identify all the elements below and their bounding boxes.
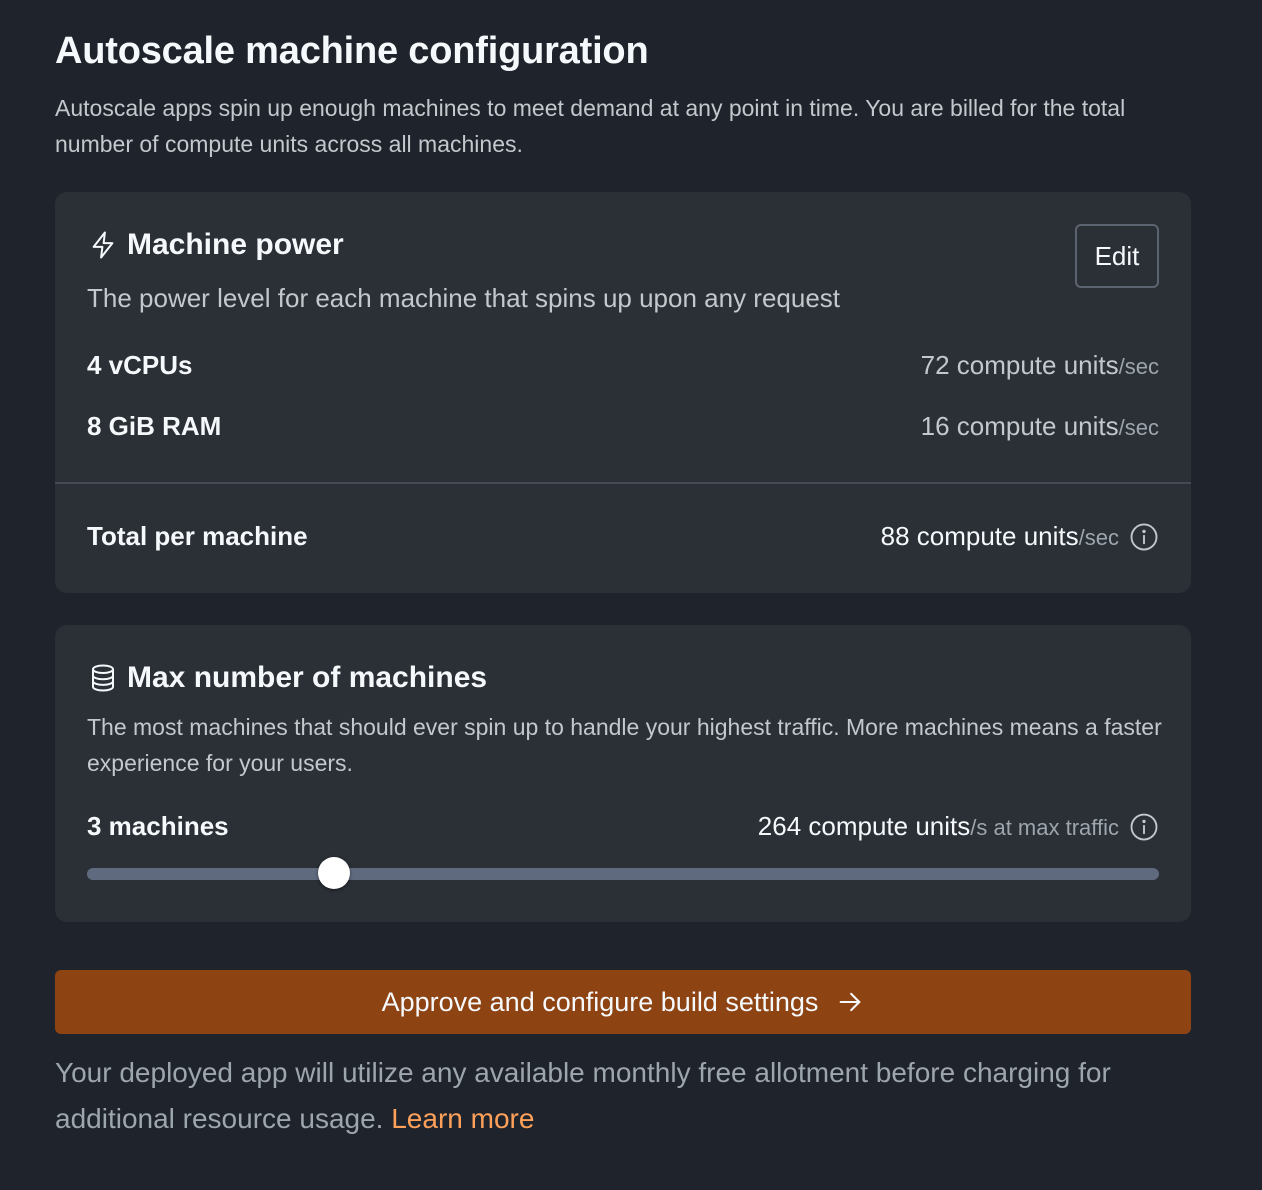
slider-track[interactable] [87, 868, 1159, 880]
machines-count-label: 3 machines [87, 811, 229, 841]
learn-more-link[interactable]: Learn more [391, 1103, 534, 1134]
machine-power-title: Machine power [127, 228, 344, 261]
total-value: 88 compute units/sec [881, 521, 1159, 552]
footer-note: Your deployed app will utilize any avail… [55, 1050, 1175, 1142]
lightning-icon [87, 229, 119, 261]
total-row: Total per machine 88 compute units/sec [87, 521, 1159, 552]
edit-button[interactable]: Edit [1075, 224, 1159, 288]
cpu-unit-suffix: /sec [1118, 354, 1159, 379]
max-machines-description: The most machines that should ever spin … [87, 714, 1162, 776]
ram-units: 16 compute units [920, 411, 1119, 441]
machine-power-header: Machine power [87, 228, 344, 262]
max-machines-card: Max number of machines The most machines… [55, 625, 1191, 922]
ram-label: 8 GiB RAM [87, 411, 222, 441]
machine-power-card: Machine power Edit The power level for e… [55, 192, 1191, 593]
max-machines-title: Max number of machines [127, 661, 488, 694]
machines-slider[interactable] [87, 857, 1159, 889]
total-units: 88 compute units [880, 521, 1079, 551]
autoscale-config-page: Autoscale machine configuration Autoscal… [0, 0, 1262, 1190]
page-title: Autoscale machine configuration [55, 30, 649, 72]
card-divider [55, 482, 1191, 484]
cpu-value: 72 compute units/sec [921, 350, 1159, 381]
approve-button-label: Approve and configure build settings [381, 986, 819, 1017]
ram-value: 16 compute units/sec [921, 411, 1159, 442]
machine-power-description: The power level for each machine that sp… [87, 283, 841, 313]
slider-thumb[interactable] [317, 857, 350, 889]
info-icon[interactable] [1129, 522, 1159, 552]
cpu-label: 4 vCPUs [87, 350, 193, 380]
total-label: Total per machine [87, 521, 308, 551]
ram-unit-suffix: /sec [1118, 415, 1159, 440]
cpu-units: 72 compute units [920, 350, 1119, 380]
ram-row: 8 GiB RAM 16 compute units/sec [87, 411, 1159, 442]
max-traffic-unit-suffix: /s at max traffic [970, 815, 1119, 840]
max-traffic-units: 264 compute units [757, 811, 971, 841]
database-icon [87, 662, 119, 694]
max-machines-header: Max number of machines [87, 661, 487, 695]
footer-text: Your deployed app will utilize any avail… [55, 1057, 1111, 1134]
page-description: Autoscale apps spin up enough machines t… [55, 95, 1126, 157]
arrow-right-icon [836, 988, 864, 1016]
cpu-row: 4 vCPUs 72 compute units/sec [87, 350, 1159, 381]
info-icon[interactable] [1129, 812, 1159, 842]
machines-count-row: 3 machines 264 compute units/s at max tr… [87, 811, 1159, 842]
approve-button[interactable]: Approve and configure build settings [55, 970, 1191, 1034]
total-unit-suffix: /sec [1078, 525, 1119, 550]
max-traffic-value: 264 compute units/s at max traffic [758, 811, 1159, 842]
